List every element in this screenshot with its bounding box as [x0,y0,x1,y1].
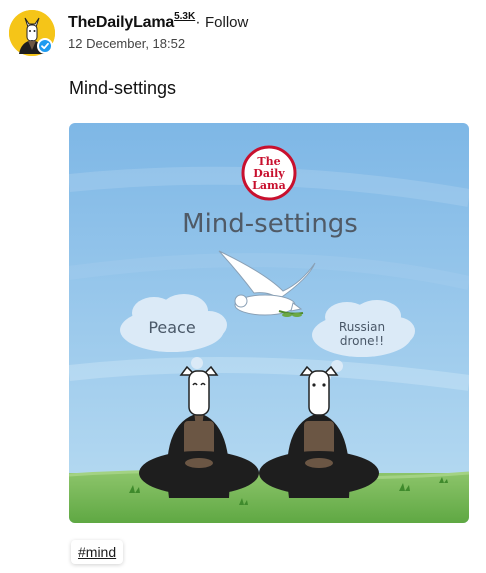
post-date: 12 December, 18:52 [68,36,186,51]
author-name[interactable]: TheDailyLama [68,14,174,31]
post-image[interactable]: The Daily Lama Mind-settings Peace Russi… [69,123,469,523]
follow-separator: · [195,14,201,31]
daily-lama-logo: The Daily Lama [241,145,297,201]
author-line: TheDailyLama5.3K· Follow [68,11,248,32]
cloud-left-text: Peace [148,318,195,337]
post-card: TheDailyLama5.3K· Follow 12 December, 18… [0,0,486,573]
cloud-right-text-1: Russian [339,320,385,334]
verified-badge [37,38,53,54]
illustration-title: Mind-settings [182,209,358,239]
cloud-right-text-2: drone!! [340,334,384,348]
post-title: Mind-settings [69,78,177,98]
verified-badge-icon [41,42,49,50]
follow-button[interactable]: Follow [205,14,248,31]
follower-count[interactable]: 5.3K [174,11,195,22]
logo-line-3: Lama [252,179,286,192]
mind-settings-illustration: The Daily Lama Mind-settings Peace Russi… [69,123,469,523]
hashtag-chip[interactable]: #mind [71,540,124,564]
